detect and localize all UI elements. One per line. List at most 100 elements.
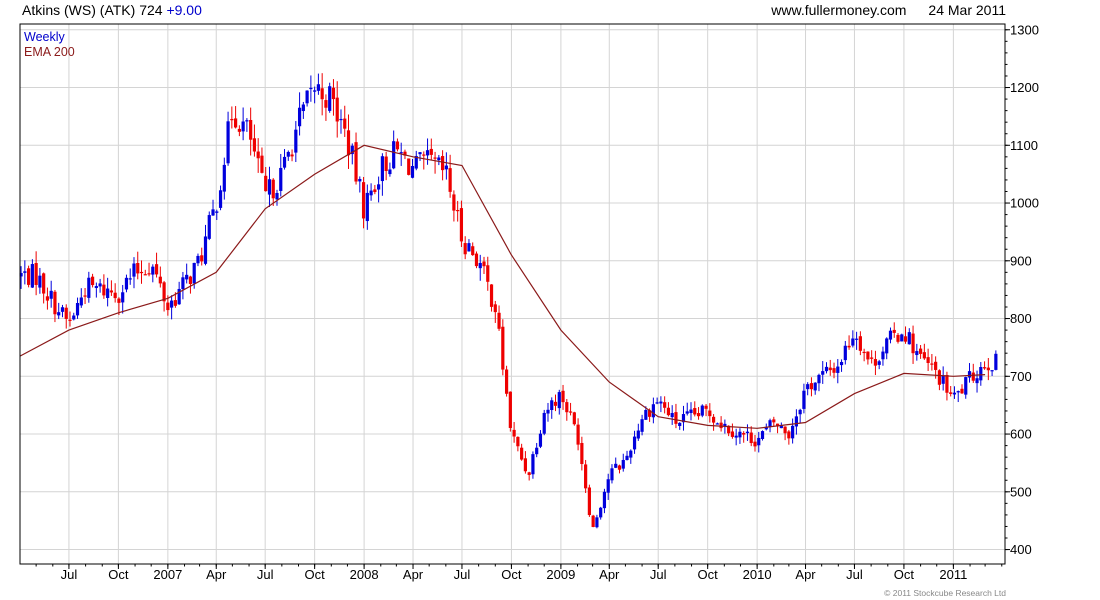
candles-series: [19, 73, 998, 529]
candle-body: [42, 273, 46, 294]
candle-body: [361, 182, 366, 219]
candle-body: [260, 155, 264, 173]
candle-body: [520, 447, 524, 460]
candle-body: [79, 297, 83, 306]
candle-body: [64, 307, 68, 319]
candle-body: [531, 454, 535, 475]
candle-body: [934, 361, 938, 370]
x-tick-label: Jul: [454, 567, 471, 582]
candle-body: [610, 468, 614, 481]
candle-body: [373, 189, 377, 193]
candle-body: [817, 374, 821, 384]
price-chart: 400 500 600 700 800 900 1000 1100 1200 1300 Jul Oc…: [19, 22, 1039, 582]
candle-body: [606, 479, 610, 493]
candle-body: [918, 348, 923, 354]
candle-body: [57, 312, 61, 316]
candle-body: [147, 273, 151, 275]
candle-body: [128, 278, 132, 280]
candle-body: [267, 179, 272, 195]
x-tick-label: Oct: [501, 567, 522, 582]
candle-body: [343, 118, 347, 129]
candle-body: [990, 370, 994, 372]
candle-body: [903, 336, 908, 342]
candle-body: [711, 416, 716, 423]
candle-body: [249, 119, 253, 140]
x-tick-label: 2010: [743, 567, 772, 582]
candle-body: [162, 282, 166, 302]
candle-body: [839, 361, 844, 366]
candle-body: [565, 402, 569, 413]
candle-body: [154, 264, 159, 275]
y-tick-label: 1200: [1010, 80, 1039, 95]
candle-body: [855, 338, 859, 340]
candle-body: [708, 410, 712, 417]
candle-body: [843, 345, 847, 361]
candle-body: [441, 156, 445, 171]
candle-body: [200, 255, 204, 262]
candle-body: [821, 371, 825, 375]
candle-body: [215, 211, 219, 213]
y-tick-label: 900: [1010, 253, 1032, 268]
candle-body: [222, 164, 226, 192]
candle-body: [967, 371, 972, 378]
candle-body: [640, 419, 644, 432]
candle-body: [245, 120, 249, 122]
candle-body: [907, 332, 911, 345]
x-tick-label: Apr: [795, 567, 816, 582]
candle-body: [945, 375, 949, 393]
candle-body: [113, 292, 117, 299]
candle-body: [501, 326, 505, 370]
candle-body: [960, 388, 964, 394]
candle-body: [550, 400, 554, 411]
candle-body: [783, 426, 787, 434]
candle-body: [738, 431, 742, 438]
candle-body: [486, 265, 490, 282]
candle-body: [768, 420, 772, 427]
candle-body: [693, 408, 697, 415]
x-tick-label: Apr: [403, 567, 424, 582]
candle-body: [599, 507, 603, 518]
candle-body: [824, 366, 829, 372]
candle-body: [535, 447, 539, 455]
candle-body: [719, 422, 723, 429]
candle-body: [930, 363, 934, 365]
candle-body: [395, 141, 400, 150]
y-tick-label: 1100: [1010, 138, 1038, 153]
candle-body: [489, 284, 494, 307]
candle-body: [753, 441, 757, 447]
x-tick-label: Oct: [305, 567, 326, 582]
candle-body: [305, 90, 309, 104]
candle-body: [595, 517, 599, 528]
candle-body: [952, 392, 957, 395]
x-tick-label: Apr: [206, 567, 227, 582]
copyright-notice: © 2011 Stockcube Research Ltd: [884, 588, 1006, 598]
candle-body: [975, 378, 979, 384]
candle-body: [986, 367, 990, 371]
candle-body: [568, 411, 573, 413]
candle-body: [572, 412, 576, 425]
candle-body: [207, 215, 211, 239]
candle-body: [602, 491, 607, 509]
candle-body: [760, 431, 765, 439]
candle-body: [832, 368, 836, 373]
candle-body: [459, 208, 464, 242]
candle-body: [377, 184, 381, 190]
grid-lines: [20, 24, 1005, 564]
candle-body: [580, 442, 584, 465]
candle-body: [836, 366, 840, 373]
x-tick-label: Oct: [894, 567, 915, 582]
candle-body: [587, 487, 591, 516]
candle-body: [629, 450, 633, 458]
candle-body: [730, 431, 735, 437]
candle-body: [106, 288, 110, 298]
candle-body: [847, 345, 851, 348]
candle-body: [994, 353, 998, 370]
candle-body: [478, 262, 482, 269]
candle-body: [49, 290, 53, 299]
candle-body: [971, 372, 975, 381]
candle-body: [60, 307, 65, 312]
candle-body: [557, 392, 561, 409]
candle-body: [237, 128, 241, 132]
candle-body: [979, 367, 983, 381]
candle-body: [659, 401, 663, 404]
